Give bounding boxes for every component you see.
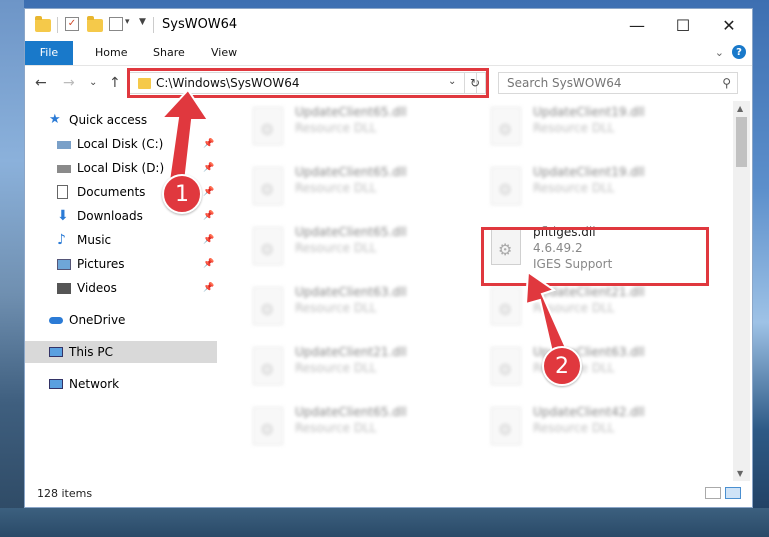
step-1-badge: 1 bbox=[162, 174, 202, 214]
arrow-2-icon bbox=[524, 270, 568, 354]
annotation-arrows bbox=[159, 88, 568, 354]
step-2-badge: 2 bbox=[542, 346, 582, 386]
